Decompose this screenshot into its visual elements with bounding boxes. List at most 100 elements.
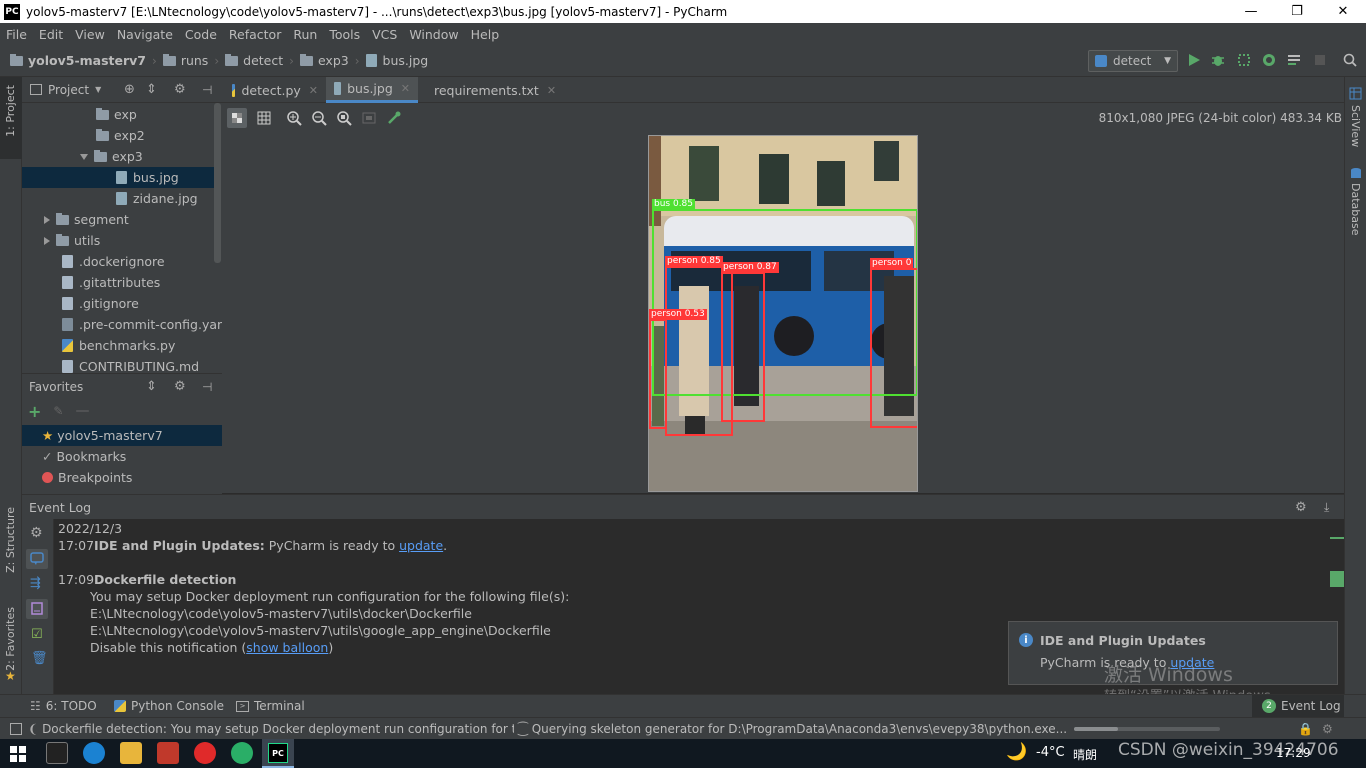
tree-item-segment[interactable]: segment [44, 209, 129, 230]
project-panel-title[interactable]: Project [48, 83, 89, 97]
tab-event-log[interactable]: 2 Event Log [1252, 695, 1344, 717]
show-balloon-link[interactable]: show balloon [246, 640, 328, 655]
add-icon[interactable]: + [28, 402, 41, 421]
stop-icon[interactable] [1312, 52, 1328, 68]
favorite-item-bookmarks[interactable]: ✓ Bookmarks [42, 446, 126, 467]
soft-wrap-icon[interactable]: ⇶ [30, 576, 41, 591]
menu-window[interactable]: Window [403, 27, 464, 42]
remove-icon[interactable]: — [75, 403, 89, 419]
menu-tools[interactable]: Tools [323, 27, 366, 42]
weather-temp[interactable]: -4°C [1036, 745, 1065, 760]
menu-help[interactable]: Help [465, 27, 506, 42]
run-icon[interactable] [1186, 52, 1202, 68]
tree-item-benchmarks[interactable]: benchmarks.py [62, 335, 175, 356]
close-icon[interactable]: ✕ [547, 84, 556, 97]
toggle-transparency-button[interactable] [227, 108, 247, 128]
favorite-item-project[interactable]: ★ yolov5-masterv7 [42, 425, 163, 446]
tab-terminal[interactable]: > Terminal [236, 699, 305, 713]
trash-icon[interactable]: 🗑 [31, 651, 48, 666]
taskbar-clock[interactable]: 17:29 [1276, 746, 1311, 760]
settings-icon[interactable]: ⚙ [30, 525, 43, 541]
windows-start-icon[interactable] [10, 746, 26, 762]
menu-file[interactable]: File [0, 27, 33, 42]
locate-icon[interactable]: ⊕ [124, 82, 135, 97]
taskbar-app-icon[interactable] [157, 742, 179, 764]
tab-python-console[interactable]: Python Console [114, 699, 224, 713]
collapse-icon[interactable]: ⇕ [146, 379, 157, 394]
menu-code[interactable]: Code [179, 27, 223, 42]
favorite-item-breakpoints[interactable]: Breakpoints [42, 467, 132, 488]
toggle-tool-buttons-icon[interactable] [10, 722, 22, 735]
tab-detect-py[interactable]: detect.py ✕ [224, 77, 326, 103]
gear-icon[interactable]: ⚙ [174, 82, 186, 97]
close-icon[interactable]: ✕ [401, 82, 410, 95]
tree-scrollbar[interactable] [214, 103, 221, 263]
breadcrumb-project[interactable]: yolov5-masterv7 [10, 53, 146, 68]
close-icon[interactable]: ✕ [309, 84, 318, 97]
minimize-button[interactable]: — [1228, 0, 1274, 23]
menu-edit[interactable]: Edit [33, 27, 69, 42]
collapse-icon[interactable]: ⇕ [146, 82, 157, 97]
scroll-to-end-button[interactable] [26, 599, 48, 619]
tool-window-structure[interactable]: Z: Structure [4, 507, 17, 573]
menu-vcs[interactable]: VCS [366, 27, 403, 42]
breadcrumb-runs[interactable]: runs [162, 53, 208, 68]
gear-icon[interactable]: ⚙ [174, 379, 186, 394]
chevron-right-icon[interactable] [44, 215, 50, 224]
coverage-icon[interactable] [1236, 52, 1252, 68]
breadcrumb-busjpg[interactable]: bus.jpg [365, 53, 428, 68]
tool-window-sciview[interactable]: SciView [1349, 105, 1362, 147]
color-picker-icon[interactable] [386, 110, 402, 126]
tree-item-exp[interactable]: exp [96, 104, 137, 125]
tab-bus-jpg[interactable]: bus.jpg ✕ [326, 77, 418, 103]
tab-todo[interactable]: ☷ 6: TODO [30, 699, 97, 713]
tree-item-exp3[interactable]: exp3 [80, 146, 143, 167]
chevron-right-icon[interactable] [44, 236, 50, 245]
close-button[interactable]: ✕ [1320, 0, 1366, 23]
tree-item-dockerignore[interactable]: .dockerignore [62, 251, 165, 272]
profile-icon[interactable] [1261, 52, 1277, 68]
tool-window-project[interactable]: 1: Project [4, 85, 17, 137]
breadcrumb-exp3[interactable]: exp3 [299, 53, 349, 68]
mark-read-icon[interactable]: ☑ [31, 627, 43, 642]
breadcrumb-detect[interactable]: detect [225, 53, 283, 68]
hide-icon[interactable]: ⤓ [1324, 500, 1329, 515]
chevron-down-icon[interactable]: ▼ [95, 85, 101, 94]
hide-icon[interactable]: ⊣ [202, 380, 212, 394]
menu-run[interactable]: Run [287, 27, 323, 42]
menu-view[interactable]: View [69, 27, 111, 42]
maximize-button[interactable]: ❐ [1274, 0, 1320, 23]
tool-window-database[interactable]: Database [1349, 183, 1362, 236]
tree-item-bus-jpg[interactable]: bus.jpg [116, 167, 179, 188]
actual-size-icon[interactable] [336, 110, 352, 126]
taskbar-pycharm[interactable]: PC [262, 739, 294, 768]
taskbar-cmd-icon[interactable] [46, 742, 68, 764]
tree-item-exp2[interactable]: exp2 [96, 125, 145, 146]
tree-item-gitattributes[interactable]: .gitattributes [62, 272, 160, 293]
run-config-select[interactable]: detect ▼ [1088, 50, 1178, 72]
debug-icon[interactable] [1210, 52, 1226, 68]
tree-item-utils[interactable]: utils [44, 230, 100, 251]
grid-icon[interactable] [256, 110, 272, 126]
update-link[interactable]: update [399, 538, 443, 553]
edit-icon[interactable]: ✎ [53, 404, 63, 418]
tool-window-favorites[interactable]: 2: Favorites [4, 607, 17, 671]
tree-item-pre-commit[interactable]: .pre-commit-config.yaml [62, 314, 222, 335]
gear-icon[interactable]: ⚙ [1295, 500, 1307, 515]
taskbar-explorer-icon[interactable] [120, 742, 142, 764]
run-concurrency-icon[interactable] [1286, 52, 1302, 68]
tree-item-contributing[interactable]: CONTRIBUTING.md [62, 356, 199, 373]
tab-requirements[interactable]: requirements.txt ✕ [420, 77, 560, 103]
taskbar-netease-icon[interactable] [194, 742, 216, 764]
taskbar-edge-icon[interactable] [83, 742, 105, 764]
taskbar-wechat-icon[interactable] [231, 742, 253, 764]
zoom-in-icon[interactable] [286, 110, 302, 126]
fit-zoom-icon[interactable] [361, 110, 377, 126]
balloon-toggle-button[interactable] [26, 549, 48, 569]
tree-item-gitignore[interactable]: .gitignore [62, 293, 139, 314]
menu-refactor[interactable]: Refactor [223, 27, 287, 42]
chevron-down-icon[interactable] [80, 153, 88, 160]
settings-icon[interactable]: ⚙ [1322, 722, 1333, 736]
menu-navigate[interactable]: Navigate [111, 27, 179, 42]
search-icon[interactable] [1342, 52, 1358, 68]
